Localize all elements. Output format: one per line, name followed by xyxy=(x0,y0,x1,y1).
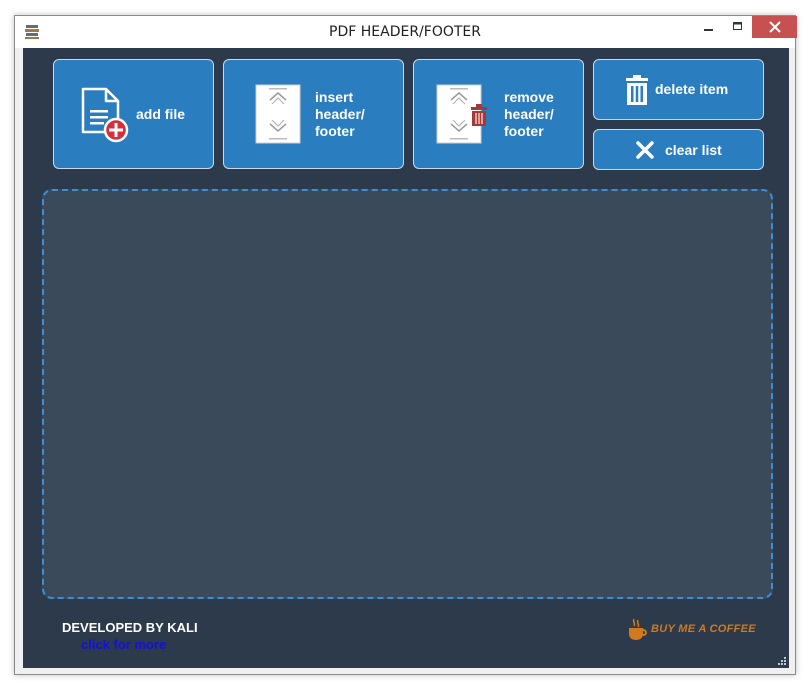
maximize-icon xyxy=(733,22,742,30)
remove-label-line1: remove xyxy=(504,89,554,105)
close-button[interactable] xyxy=(752,16,797,38)
clear-list-label: clear list xyxy=(665,142,722,158)
delete-item-button[interactable]: delete item xyxy=(593,59,764,120)
developer-credit: DEVELOPED BY KALI xyxy=(62,620,198,635)
buy-me-a-coffee-label: BUY ME A COFFEE xyxy=(651,623,756,635)
minimize-button[interactable] xyxy=(695,16,723,38)
app-window: PDF HEADER/FOOTER add file insert header… xyxy=(14,15,797,675)
coffee-cup-icon xyxy=(629,618,647,640)
insert-label-line1: insert xyxy=(315,89,354,105)
maximize-button[interactable] xyxy=(724,16,752,38)
clear-x-icon xyxy=(636,141,654,159)
click-for-more-link[interactable]: click for more xyxy=(81,637,166,652)
title-bar[interactable]: PDF HEADER/FOOTER xyxy=(15,16,797,48)
remove-label-line3: footer xyxy=(504,123,544,139)
delete-item-label: delete item xyxy=(655,81,729,97)
insert-label-line3: footer xyxy=(315,123,355,139)
remove-header-footer-button[interactable]: remove header/ footer xyxy=(413,59,584,169)
minimize-icon xyxy=(704,29,713,31)
close-icon xyxy=(768,21,781,33)
trash-icon xyxy=(471,104,487,126)
file-list-dropzone[interactable] xyxy=(42,189,773,599)
insert-label-line2: header/ xyxy=(315,106,365,122)
window-title: PDF HEADER/FOOTER xyxy=(329,24,481,40)
resize-grip-icon[interactable] xyxy=(778,657,786,665)
add-file-button[interactable]: add file xyxy=(53,59,214,169)
add-file-icon xyxy=(81,87,129,143)
trash-icon xyxy=(626,75,648,105)
insert-header-footer-button[interactable]: insert header/ footer xyxy=(223,59,404,169)
add-file-label: add file xyxy=(136,106,186,122)
remove-label-line2: header/ xyxy=(504,106,554,122)
pdf-page-icon xyxy=(255,84,301,144)
buy-me-a-coffee-button[interactable]: BUY ME A COFFEE xyxy=(627,614,757,644)
main-panel: add file insert header/ footer remove he… xyxy=(23,48,789,668)
clear-list-button[interactable]: clear list xyxy=(593,129,764,170)
